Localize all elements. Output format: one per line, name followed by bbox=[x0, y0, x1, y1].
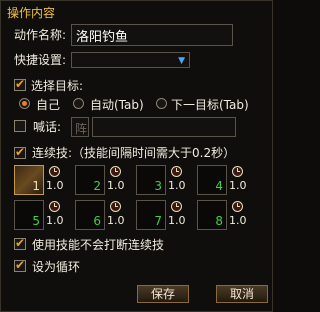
slot-delay[interactable]: 1.0 bbox=[229, 214, 247, 227]
cancel-button[interactable]: 取消 bbox=[216, 285, 268, 303]
clock-icon bbox=[110, 166, 121, 177]
chevron-down-icon: ▼ bbox=[178, 56, 185, 66]
target-self-radio[interactable] bbox=[19, 98, 30, 109]
hotkey-dropdown[interactable]: ▼ bbox=[71, 52, 190, 68]
combo-label: 连续技:（技能间隔时间需大于0.2秒） bbox=[32, 146, 236, 160]
target-auto-radio[interactable] bbox=[73, 98, 84, 109]
shout-checkbox[interactable] bbox=[14, 120, 26, 132]
combo-slot-6[interactable]: 6 bbox=[75, 200, 105, 230]
combo-slot-8[interactable]: 8 bbox=[197, 200, 227, 230]
slot-number: 4 bbox=[215, 179, 223, 193]
select-target-label: 选择目标: bbox=[31, 79, 84, 93]
slot-delay[interactable]: 1.0 bbox=[107, 214, 125, 227]
slot-number: 8 bbox=[215, 214, 223, 228]
loop-checkbox[interactable] bbox=[14, 258, 26, 272]
slot-delay[interactable]: 1.0 bbox=[229, 179, 247, 192]
shout-channel-select[interactable]: 阵 bbox=[71, 117, 89, 137]
no-interrupt-label: 使用技能不会打断连续技 bbox=[32, 238, 165, 252]
shout-label: 喊话: bbox=[33, 120, 62, 134]
clock-icon bbox=[171, 201, 182, 212]
select-target-checkbox[interactable] bbox=[14, 77, 26, 91]
clock-icon bbox=[232, 166, 243, 177]
action-name-label: 动作名称: bbox=[14, 28, 67, 42]
slot-number: 3 bbox=[154, 179, 162, 193]
slot-number: 6 bbox=[93, 214, 101, 228]
combo-slot-3[interactable]: 3 bbox=[136, 165, 166, 195]
loop-label: 设为循环 bbox=[32, 260, 81, 274]
combo-checkbox[interactable] bbox=[14, 145, 26, 159]
target-self-label: 自己 bbox=[36, 98, 61, 112]
slot-number: 2 bbox=[93, 179, 101, 193]
clock-icon bbox=[110, 201, 121, 212]
action-name-input[interactable]: 洛阳钓鱼 bbox=[71, 24, 233, 46]
target-auto-label: 自动(Tab) bbox=[90, 98, 144, 112]
hotkey-label: 快捷设置: bbox=[14, 53, 67, 67]
target-next-radio[interactable] bbox=[156, 98, 167, 109]
slot-delay[interactable]: 1.0 bbox=[168, 179, 186, 192]
slot-number: 5 bbox=[32, 214, 40, 228]
save-button[interactable]: 保存 bbox=[137, 285, 189, 303]
slot-delay[interactable]: 1.0 bbox=[168, 214, 186, 227]
target-next-label: 下一目标(Tab) bbox=[171, 98, 249, 112]
slot-delay[interactable]: 1.0 bbox=[107, 179, 125, 192]
clock-icon bbox=[171, 166, 182, 177]
no-interrupt-checkbox[interactable] bbox=[14, 236, 26, 250]
combo-slot-5[interactable]: 5 bbox=[14, 200, 44, 230]
action-editor-panel: 操作内容 动作名称: 洛阳钓鱼 快捷设置: ▼ 选择目标: 自己 自动(Tab)… bbox=[0, 0, 273, 312]
shout-text-input[interactable] bbox=[92, 117, 236, 137]
slot-number: 7 bbox=[154, 214, 162, 228]
combo-slot-1[interactable]: 1 bbox=[14, 165, 44, 195]
combo-slot-7[interactable]: 7 bbox=[136, 200, 166, 230]
clock-icon bbox=[49, 201, 60, 212]
slot-delay[interactable]: 1.0 bbox=[46, 214, 64, 227]
slot-number: 1 bbox=[32, 179, 40, 193]
clock-icon bbox=[49, 166, 60, 177]
combo-slot-2[interactable]: 2 bbox=[75, 165, 105, 195]
panel-title: 操作内容 bbox=[7, 6, 56, 20]
slot-delay[interactable]: 1.0 bbox=[46, 179, 64, 192]
combo-slot-4[interactable]: 4 bbox=[197, 165, 227, 195]
clock-icon bbox=[232, 201, 243, 212]
